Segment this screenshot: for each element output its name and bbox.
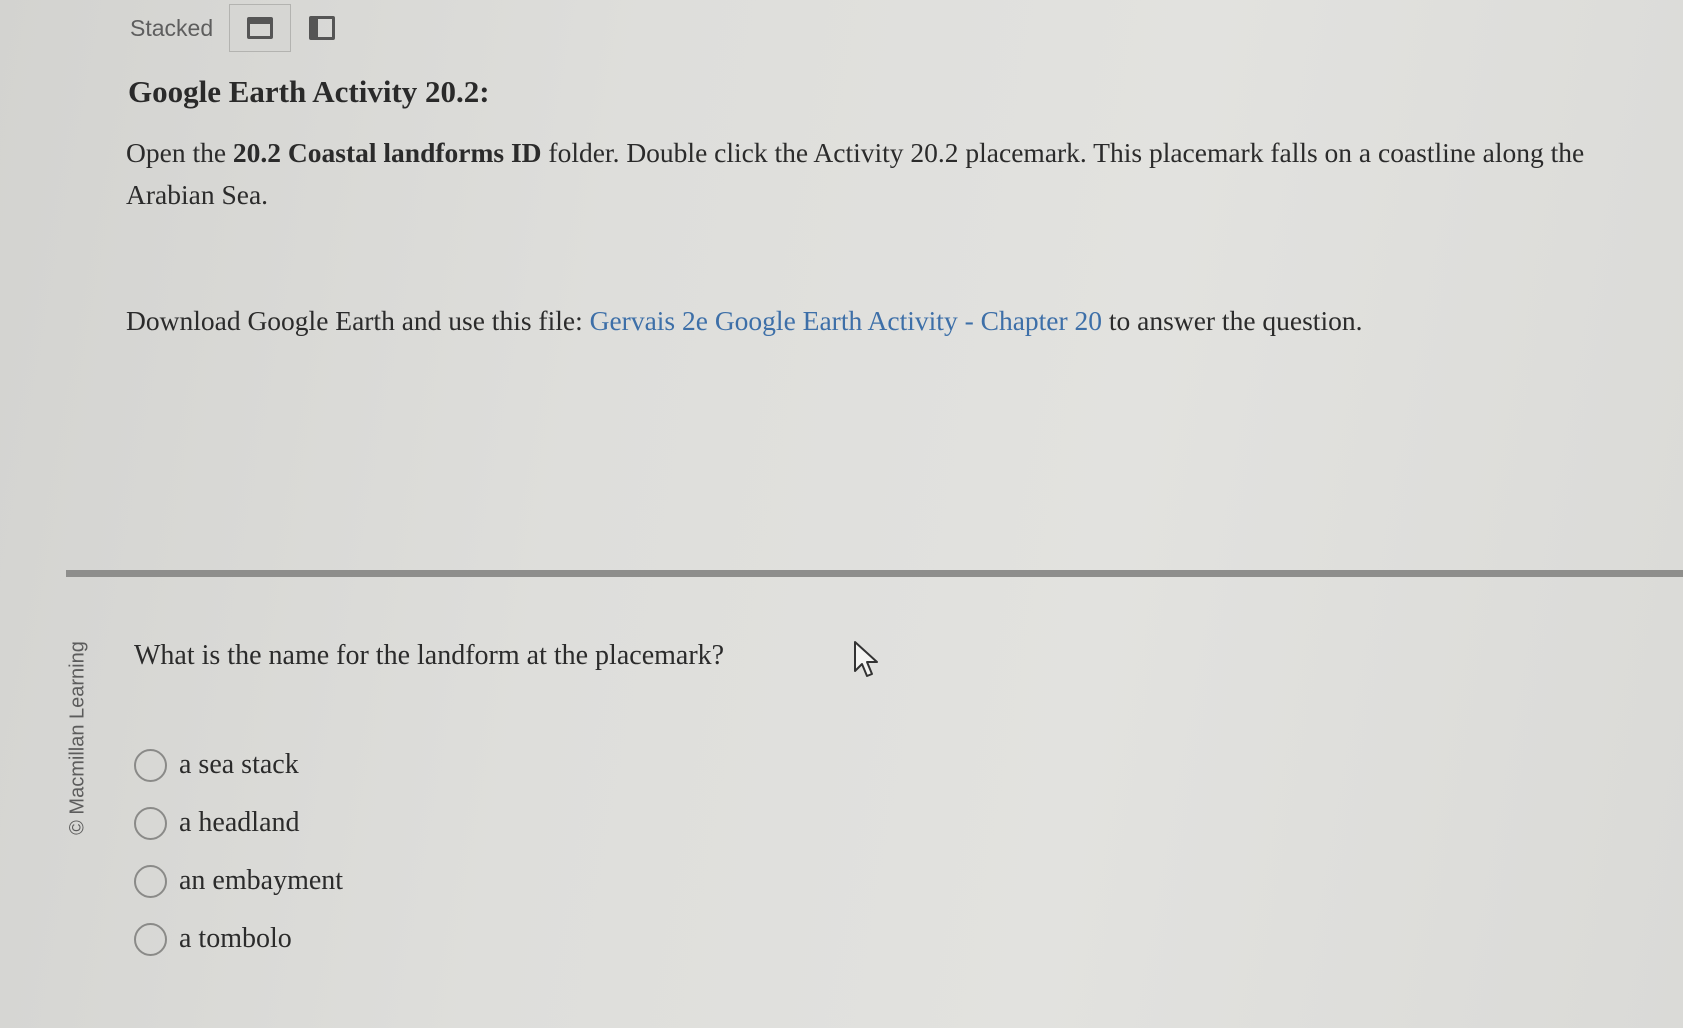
folder-name: 20.2 Coastal landforms ID — [232, 137, 542, 168]
activity-content: Google Earth Activity 20.2: Open the 20.… — [126, 74, 1626, 342]
option-label: a sea stack — [179, 749, 299, 780]
download-suffix: to answer the question. — [1102, 305, 1363, 336]
radio-button[interactable] — [134, 748, 167, 782]
answer-option-tombolo[interactable]: a tombolo — [134, 910, 343, 968]
mouse-pointer-icon — [854, 641, 878, 677]
activity-instruction: Open the 20.2 Coastal landforms ID folde… — [126, 132, 1626, 216]
stacked-view-icon — [247, 17, 274, 39]
activity-file-link[interactable]: Gervais 2e Google Earth Activity - Chapt… — [590, 305, 1102, 336]
answer-option-sea-stack[interactable]: a sea stack — [134, 736, 343, 794]
question-prompt: What is the name for the landform at the… — [134, 640, 725, 671]
option-label: an embayment — [179, 865, 344, 896]
option-label: a headland — [179, 807, 300, 838]
radio-button[interactable] — [134, 864, 167, 898]
view-mode-toolbar: Stacked — [130, 4, 353, 52]
activity-title: Google Earth Activity 20.2: — [128, 74, 490, 109]
stacked-view-button[interactable] — [229, 4, 292, 52]
option-label: a tombolo — [179, 923, 292, 954]
instruction-open-text: Open the — [126, 137, 233, 168]
copyright-label: © Macmillan Learning — [66, 641, 89, 835]
answer-options: a sea stack a headland an embayment a to… — [134, 736, 343, 968]
answer-option-embayment[interactable]: an embayment — [134, 852, 343, 910]
radio-button[interactable] — [134, 922, 167, 956]
answer-option-headland[interactable]: a headland — [134, 794, 343, 852]
split-view-icon — [309, 16, 336, 40]
download-prefix: Download Google Earth and use this file: — [126, 305, 590, 336]
section-divider — [66, 570, 1683, 577]
split-view-button[interactable] — [291, 4, 353, 52]
view-mode-label: Stacked — [130, 14, 214, 41]
page: Stacked Google Earth Activity 20.2: Open… — [0, 0, 1683, 1028]
radio-button[interactable] — [134, 806, 167, 840]
download-instruction: Download Google Earth and use this file:… — [126, 300, 1626, 342]
